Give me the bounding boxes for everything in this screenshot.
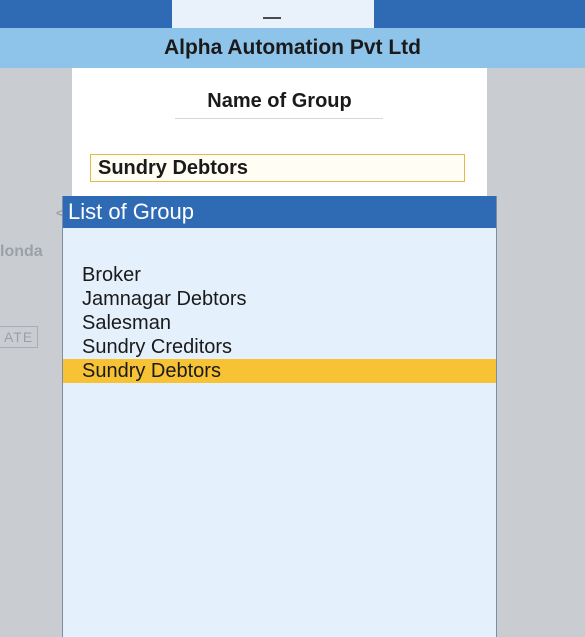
group-name-input[interactable]: Sundry Debtors [90, 154, 465, 182]
list-header: List of Group [63, 196, 496, 228]
group-list-panel: List of Group Broker Jamnagar Debtors Sa… [62, 196, 497, 637]
top-bar [0, 0, 585, 28]
list-item-jamnagar-debtors[interactable]: Jamnagar Debtors [63, 287, 496, 311]
list-item-broker[interactable]: Broker [63, 263, 496, 287]
group-form-panel: Name of Group Sundry Debtors [72, 68, 487, 196]
company-name: Alpha Automation Pvt Ltd [0, 28, 585, 68]
background-text-fragment: londa [0, 243, 43, 260]
list-item-sundry-debtors[interactable]: Sundry Debtors [63, 359, 496, 383]
list-item-salesman[interactable]: Salesman [63, 311, 496, 335]
form-title: Name of Group [207, 90, 352, 112]
background-button-fragment: ATE [0, 326, 39, 348]
title-underline [175, 118, 383, 119]
group-list: Broker Jamnagar Debtors Salesman Sundry … [63, 263, 496, 383]
tab-indicator-icon [263, 17, 281, 19]
top-tab[interactable] [172, 0, 374, 28]
list-item-sundry-creditors[interactable]: Sundry Creditors [63, 335, 496, 359]
